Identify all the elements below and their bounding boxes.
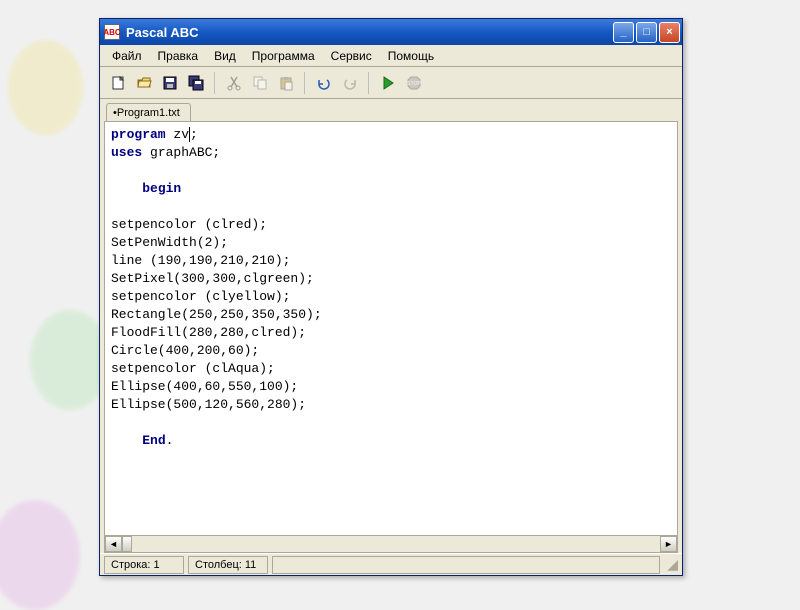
save-all-icon [188, 75, 204, 91]
run-button[interactable] [376, 71, 400, 95]
open-folder-icon [136, 75, 152, 91]
undo-button[interactable] [312, 71, 336, 95]
redo-icon [342, 75, 358, 91]
resize-grip-icon[interactable]: ◢ [664, 556, 678, 573]
status-column: Столбец: 11 [188, 556, 268, 574]
save-icon [162, 75, 178, 91]
bg-balloon-1 [8, 40, 83, 135]
toolbar: STOP [100, 67, 682, 99]
stop-icon: STOP [406, 75, 422, 91]
cut-button[interactable] [222, 71, 246, 95]
app-icon: ABC [104, 24, 120, 40]
menubar: Файл Правка Вид Программа Сервис Помощь [100, 45, 682, 67]
horizontal-scrollbar[interactable]: ◄ ► [105, 535, 677, 552]
status-line: Строка: 1 [104, 556, 184, 574]
scroll-track[interactable] [132, 536, 660, 552]
titlebar[interactable]: ABC Pascal ABC _ □ × [100, 19, 682, 45]
toolbar-separator [304, 72, 306, 94]
stop-button[interactable]: STOP [402, 71, 426, 95]
bg-balloon-2 [30, 310, 110, 410]
scroll-thumb[interactable] [122, 536, 132, 552]
new-file-button[interactable] [106, 71, 130, 95]
maximize-button[interactable]: □ [636, 22, 657, 43]
tab-program1[interactable]: •Program1.txt [106, 103, 191, 121]
new-file-icon [110, 75, 126, 91]
menu-edit[interactable]: Правка [150, 47, 207, 65]
copy-icon [252, 75, 268, 91]
bg-balloon-3 [0, 500, 80, 610]
menu-help[interactable]: Помощь [380, 47, 442, 65]
close-button[interactable]: × [659, 22, 680, 43]
cut-icon [226, 75, 242, 91]
scroll-left-button[interactable]: ◄ [105, 536, 122, 552]
paste-button[interactable] [274, 71, 298, 95]
minimize-button[interactable]: _ [613, 22, 634, 43]
code-editor[interactable]: program zv; uses graphABC; begin setpenc… [105, 122, 677, 535]
menu-service[interactable]: Сервис [323, 47, 380, 65]
open-file-button[interactable] [132, 71, 156, 95]
editor-area: program zv; uses graphABC; begin setpenc… [104, 121, 678, 553]
tab-bar: •Program1.txt [100, 99, 682, 121]
app-window: ABC Pascal ABC _ □ × Файл Правка Вид Про… [99, 18, 683, 576]
status-fill [272, 556, 660, 574]
undo-icon [316, 75, 332, 91]
menu-view[interactable]: Вид [206, 47, 244, 65]
save-all-button[interactable] [184, 71, 208, 95]
svg-text:STOP: STOP [407, 81, 421, 87]
statusbar: Строка: 1 Столбец: 11 ◢ [100, 553, 682, 575]
paste-icon [278, 75, 294, 91]
tab-label: Program1.txt [117, 107, 180, 119]
menu-file[interactable]: Файл [104, 47, 150, 65]
save-button[interactable] [158, 71, 182, 95]
toolbar-separator [214, 72, 216, 94]
window-title: Pascal ABC [124, 25, 613, 40]
scroll-right-button[interactable]: ► [660, 536, 677, 552]
copy-button[interactable] [248, 71, 272, 95]
redo-button[interactable] [338, 71, 362, 95]
play-icon [380, 75, 396, 91]
toolbar-separator [368, 72, 370, 94]
menu-program[interactable]: Программа [244, 47, 323, 65]
